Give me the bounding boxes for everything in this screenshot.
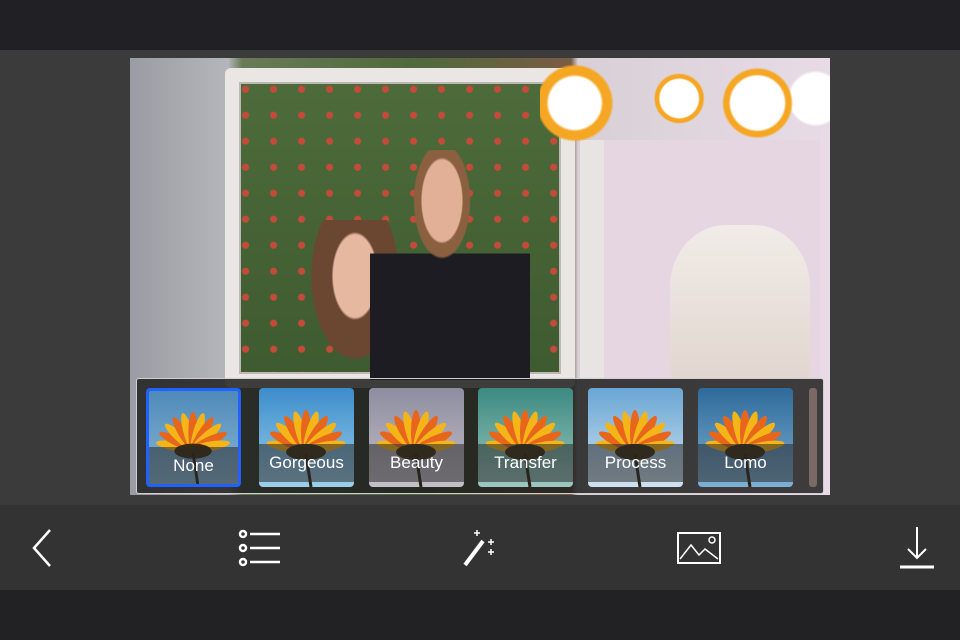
filter-thumb-lomo[interactable]: Lomo xyxy=(698,388,793,487)
filter-label: Transfer xyxy=(478,444,573,482)
filter-thumb-transfer[interactable]: Transfer xyxy=(478,388,573,487)
top-bar xyxy=(0,0,960,50)
image-icon xyxy=(677,532,721,564)
filter-thumb-beauty[interactable]: Beauty xyxy=(369,388,464,487)
filter-strip[interactable]: None Gorgeous Beauty Transfer Process Lomo xyxy=(136,378,824,494)
filter-label: Beauty xyxy=(369,444,464,482)
magic-wand-icon xyxy=(463,530,494,567)
bottom-bar xyxy=(0,590,960,640)
filter-label: None xyxy=(149,447,238,484)
magic-wand-button[interactable] xyxy=(457,525,503,571)
bottom-toolbar xyxy=(0,505,960,590)
filter-thumb-partial[interactable] xyxy=(809,388,817,487)
back-chevron-icon xyxy=(32,529,51,567)
list-button[interactable] xyxy=(236,525,282,571)
wedding-cake-decoration xyxy=(670,225,810,380)
filter-thumb-gorgeous[interactable]: Gorgeous xyxy=(259,388,354,487)
filter-thumb-none[interactable]: None xyxy=(146,388,241,487)
back-button[interactable] xyxy=(20,525,66,571)
flowers-decoration xyxy=(540,58,830,148)
filter-label: Gorgeous xyxy=(259,444,354,482)
list-icon xyxy=(238,529,280,567)
download-icon xyxy=(900,527,934,569)
filter-label: Lomo xyxy=(698,444,793,482)
filter-thumb-process[interactable]: Process xyxy=(588,388,683,487)
filter-label: Process xyxy=(588,444,683,482)
photo-groom xyxy=(370,150,530,380)
download-button[interactable] xyxy=(894,525,940,571)
image-button[interactable] xyxy=(676,525,722,571)
